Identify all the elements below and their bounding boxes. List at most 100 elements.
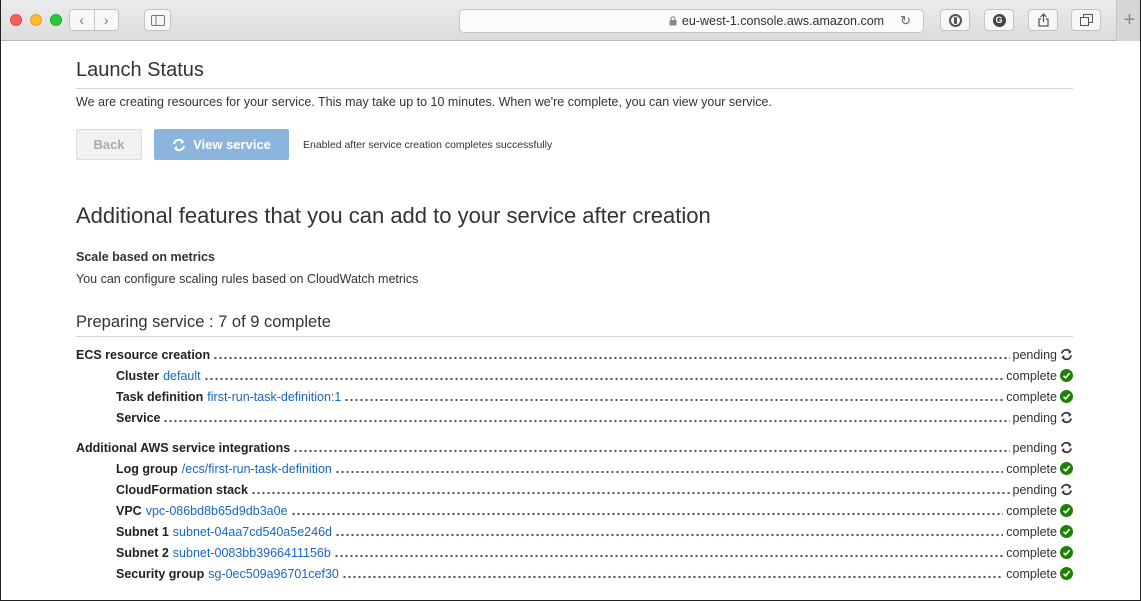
dot-leader xyxy=(163,418,1010,423)
refresh-icon xyxy=(173,138,186,151)
dot-leader xyxy=(344,397,1004,402)
progress-row: Security group sg-0ec509a96701cef30 comple… xyxy=(76,563,1073,584)
progress-row-label: Cluster xyxy=(116,368,160,383)
progress-row: Task definition first-run-task-definition… xyxy=(76,386,1073,407)
pending-refresh-icon xyxy=(1059,411,1073,425)
progress-row-label: ECS resource creation xyxy=(76,347,211,362)
resource-link[interactable]: first-run-task-definition:1 xyxy=(207,390,341,404)
nav-buttons: ‹ › xyxy=(69,9,119,31)
view-service-label: View service xyxy=(193,137,271,152)
status-text: pending xyxy=(1012,482,1058,497)
grammarly-button[interactable]: G xyxy=(984,9,1014,31)
view-service-button[interactable]: View service xyxy=(154,129,289,160)
zoom-window-button[interactable] xyxy=(50,14,62,26)
check-circle-icon xyxy=(1059,504,1073,518)
additional-features-heading: Additional features that you can add to … xyxy=(76,203,711,228)
browser-toolbar: ‹ › eu-west-1.console.aws.amazon.com ↻ G… xyxy=(1,0,1140,41)
resource-link[interactable]: default xyxy=(163,369,201,383)
page-title: Launch Status xyxy=(76,59,204,81)
status-text: pending xyxy=(1012,440,1058,455)
check-circle-icon xyxy=(1059,462,1073,476)
share-button[interactable] xyxy=(1028,9,1058,31)
back-nav-button[interactable]: ‹ xyxy=(70,10,94,30)
pending-refresh-icon xyxy=(1059,483,1073,497)
scale-feature-title: Scale based on metrics xyxy=(76,250,215,264)
progress-row-label: Additional AWS service integrations xyxy=(76,440,291,455)
resource-link[interactable]: sg-0ec509a96701cef30 xyxy=(208,567,339,581)
progress-row: CloudFormation stack pending xyxy=(76,479,1073,500)
progress-row: Subnet 1 subnet-04aa7cd540a5e246d complete xyxy=(76,521,1073,542)
progress-row-label: Subnet 1 xyxy=(116,524,169,539)
status-text: complete xyxy=(1006,389,1057,404)
resource-link[interactable]: /ecs/first-run-task-definition xyxy=(182,462,332,476)
dot-leader xyxy=(293,448,1010,453)
check-circle-icon xyxy=(1059,369,1073,383)
dot-leader xyxy=(341,574,1004,579)
scale-feature-desc: You can configure scaling rules based on… xyxy=(76,272,419,286)
status-text: pending xyxy=(1012,410,1058,425)
status-text: complete xyxy=(1006,566,1057,581)
progress-row-label: Security group xyxy=(116,566,205,581)
pending-refresh-icon xyxy=(1059,441,1073,455)
dot-leader xyxy=(334,532,1004,537)
progress-row-label: CloudFormation stack xyxy=(116,482,248,497)
progress-row: Additional AWS service integrations pendi… xyxy=(76,437,1073,458)
tabs-icon xyxy=(1079,14,1093,26)
share-icon xyxy=(1037,13,1049,27)
status-text: complete xyxy=(1006,461,1057,476)
check-circle-icon xyxy=(1059,546,1073,560)
new-tab-button[interactable]: + xyxy=(1116,0,1140,41)
progress-row-label: Subnet 2 xyxy=(116,545,169,560)
status-text: pending xyxy=(1012,347,1058,362)
check-circle-icon xyxy=(1059,390,1073,404)
progress-row: ECS resource creation pending xyxy=(76,344,1073,365)
progress-row: Subnet 2 subnet-0083bb3966411156b complete xyxy=(76,542,1073,563)
sidebar-icon xyxy=(150,14,165,26)
progress-row: Log group/ecs/first-run-task-definition c… xyxy=(76,458,1073,479)
tabs-overview-button[interactable] xyxy=(1071,9,1101,31)
dot-leader xyxy=(213,355,1010,360)
dot-leader xyxy=(333,553,1004,558)
sidebar-toggle-button[interactable] xyxy=(144,9,171,31)
check-circle-icon xyxy=(1059,525,1073,539)
dot-leader xyxy=(250,490,1010,495)
reload-icon[interactable]: ↻ xyxy=(900,13,911,29)
progress-row-label: VPC xyxy=(116,503,142,518)
lock-icon xyxy=(669,16,677,26)
progress-row: VPC vpc-086bd8b65d9db3a0e complete xyxy=(76,500,1073,521)
progress-heading: Preparing service : 7 of 9 complete xyxy=(76,313,331,331)
resource-link[interactable]: subnet-04aa7cd540a5e246d xyxy=(173,525,332,539)
dot-leader xyxy=(334,469,1004,474)
check-circle-icon xyxy=(1059,567,1073,581)
resource-link[interactable]: vpc-086bd8b65d9db3a0e xyxy=(146,504,288,518)
grammarly-icon: G xyxy=(992,13,1006,27)
status-text: complete xyxy=(1006,368,1057,383)
resource-link[interactable]: subnet-0083bb3966411156b xyxy=(173,546,331,560)
page-content: Launch Status We are creating resources … xyxy=(76,41,1073,600)
pending-refresh-icon xyxy=(1059,348,1073,362)
progress-row: Service pending xyxy=(76,407,1073,428)
status-text: complete xyxy=(1006,524,1057,539)
status-text: complete xyxy=(1006,545,1057,560)
progress-row-label: Log group xyxy=(116,461,178,476)
extension-button[interactable] xyxy=(940,9,970,31)
forward-nav-button[interactable]: › xyxy=(93,10,119,30)
minimize-window-button[interactable] xyxy=(30,14,42,26)
dot-leader xyxy=(290,511,1004,516)
progress-row-label: Task definition xyxy=(116,389,204,404)
extension-icon xyxy=(948,13,962,27)
address-bar[interactable]: eu-west-1.console.aws.amazon.com ↻ xyxy=(459,9,924,33)
progress-row-label: Service xyxy=(116,410,161,425)
progress-row: Cluster default complete xyxy=(76,365,1073,386)
status-text: complete xyxy=(1006,503,1057,518)
url-text: eu-west-1.console.aws.amazon.com xyxy=(681,14,885,28)
back-button[interactable]: Back xyxy=(76,129,142,160)
dot-leader xyxy=(203,376,1004,381)
browser-window: ‹ › eu-west-1.console.aws.amazon.com ↻ G… xyxy=(0,0,1141,601)
progress-divider xyxy=(76,336,1073,337)
close-window-button[interactable] xyxy=(10,14,22,26)
launch-intro-text: We are creating resources for your servi… xyxy=(76,95,772,109)
title-divider xyxy=(76,88,1073,89)
view-service-note: Enabled after service creation completes… xyxy=(303,139,553,151)
progress-steps-list: ECS resource creation pending Cluster defau… xyxy=(76,344,1073,584)
